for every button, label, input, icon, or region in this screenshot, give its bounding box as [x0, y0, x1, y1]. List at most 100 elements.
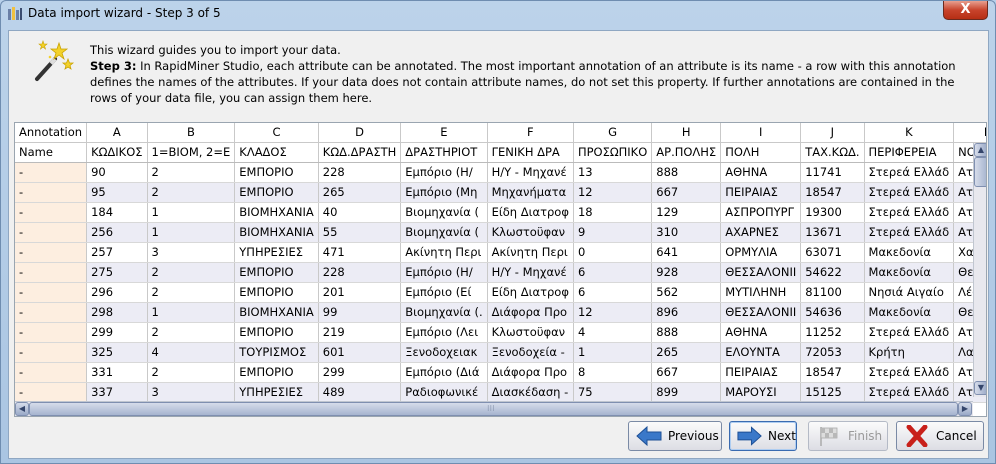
table-row: -90 2 ΕΜΠΟΡΙΟ 228 Εμπόριο (Η/Η/Υ - Μηχανέ 13 8…	[15, 162, 986, 183]
annotation-cell[interactable]: -	[15, 322, 88, 343]
table-cell: 562	[651, 282, 722, 303]
wizard-window: Data import wizard - Step 3 of 5 X This …	[0, 0, 996, 464]
table-cell: 667	[651, 362, 722, 383]
attribute-name-cell: ΚΩΔ.ΔΡΑΣΤΗ	[318, 142, 402, 163]
previous-button[interactable]: Previous	[628, 421, 722, 451]
table-cell: 219	[318, 322, 402, 343]
table-cell: Στερεά Ελλάδ	[864, 362, 955, 383]
annotation-cell[interactable]: -	[15, 342, 88, 363]
attribute-name-cell: 1=ΒΙΟΜ, 2=Ε	[147, 142, 236, 163]
next-button[interactable]: Next	[729, 421, 797, 451]
finish-button[interactable]: Finish	[808, 421, 888, 451]
table-cell: Στερεά Ελλάδ	[864, 222, 955, 243]
wizard-content: This wizard guides you to import your da…	[8, 30, 989, 459]
magic-wand-icon	[35, 40, 75, 81]
table-cell: Στερεά Ελλάδ	[864, 162, 955, 183]
table-cell: Ξενοδοχειακ	[400, 342, 488, 363]
arrow-left-icon	[636, 425, 662, 447]
horizontal-scrollbar[interactable]: ◀ ⁝⁝⁝ ▶	[15, 401, 973, 416]
scroll-right-icon[interactable]: ▶	[958, 402, 972, 416]
attribute-names-row: Name ΚΩΔΙΚΟΣ 1=ΒΙΟΜ, 2=Ε ΚΛΑΔΟΣ ΚΩΔ.ΔΡΑΣΤΗ Δ…	[15, 142, 986, 163]
table-cell: ΑΘΗΝΑ	[720, 162, 802, 183]
table-cell: 265	[318, 182, 402, 203]
table-cell: 40	[318, 202, 402, 223]
table-cell: Εμπόριο (Η/	[400, 262, 488, 283]
attribute-name-cell: ΠΡΟΣΩΠΙΚΟ	[573, 142, 653, 163]
table-cell: Ραδιοφωνικέ	[400, 382, 488, 403]
table-cell: 667	[651, 182, 722, 203]
annotation-cell[interactable]: -	[15, 362, 88, 383]
table-cell: Είδη Διατροφ	[487, 282, 574, 303]
vertical-scrollbar[interactable]: ▲ ▼	[973, 143, 986, 397]
cancel-button[interactable]: Cancel	[896, 421, 984, 451]
table-cell: ΠΕΙΡΑΙΑΣ	[720, 182, 802, 203]
table-cell: Μακεδονία	[864, 262, 955, 283]
data-grid: Annotation ABCDEFGHIJKL Name ΚΩΔΙΚΟΣ1=ΒΙ…	[15, 123, 986, 403]
annotation-cell[interactable]: -	[15, 382, 88, 403]
table-cell: ΕΜΠΟΡΙΟ	[234, 282, 319, 303]
vertical-scroll-thumb[interactable]	[974, 157, 986, 187]
table-cell: Διάφορα Προ	[487, 362, 574, 383]
table-cell: 1	[147, 202, 236, 223]
table-cell: Νησιά Αιγαίο	[864, 282, 955, 303]
wizard-description: This wizard guides you to import your da…	[90, 42, 970, 106]
table-cell: 4	[573, 322, 653, 343]
table-row: -275 2 ΕΜΠΟΡΙΟ 228 Εμπόριο (Η/Η/Υ - Μηχανέ 6 9…	[15, 262, 986, 283]
table-cell: ΘΕΣΣΑΛΟΝΙΙ	[720, 262, 802, 283]
table-cell: 12	[573, 302, 653, 323]
table-cell: 1	[573, 342, 653, 363]
name-annotation-cell[interactable]: Name	[15, 142, 88, 163]
table-row: -296 2 ΕΜΠΟΡΙΟ 201 Εμπόριο (Εί Είδη Διατροφ 6 5…	[15, 282, 986, 303]
table-cell: ΥΠΗΡΕΣΙΕΣ	[234, 382, 319, 403]
table-cell: 2	[147, 282, 236, 303]
table-cell: ΑΧΑΡΝΕΣ	[720, 222, 802, 243]
table-cell: 888	[651, 162, 722, 183]
table-row: -256 1 ΒΙΟΜΗΧΑΝΙΑ 55 Βιομηχανία (Κλωστοϋφαν 9…	[15, 222, 986, 243]
table-cell: Ακίνητη Περι	[487, 242, 574, 263]
annotation-cell[interactable]: -	[15, 282, 88, 303]
table-row: -331 2 ΕΜΠΟΡΙΟ 299 Εμπόριο (Διά Διάφορα Προ 8 6…	[15, 362, 986, 383]
table-cell: Η/Υ - Μηχανέ	[487, 162, 574, 183]
horizontal-scroll-thumb[interactable]: ⁝⁝⁝	[29, 402, 958, 416]
table-cell: 2	[147, 182, 236, 203]
table-cell: Βιομηχανία (	[400, 222, 488, 243]
table-cell: ΕΛΟΥΝΤΑ	[720, 342, 802, 363]
column-letter-header-cell: E	[400, 123, 488, 143]
column-letter-header-cell: G	[573, 123, 653, 143]
column-letter-header-cell: C	[234, 123, 319, 143]
table-cell: Εμπόριο (Η/	[400, 162, 488, 183]
table-cell: 228	[318, 162, 402, 183]
table-cell: Στερεά Ελλάδ	[864, 202, 955, 223]
table-cell: 299	[318, 362, 402, 383]
cancel-label: Cancel	[936, 429, 977, 443]
table-cell: 15125	[800, 382, 865, 403]
annotation-table[interactable]: Annotation ABCDEFGHIJKL Name ΚΩΔΙΚΟΣ1=ΒΙ…	[14, 122, 987, 417]
table-cell: ΕΜΠΟΡΙΟ	[234, 262, 319, 283]
scroll-up-icon[interactable]: ▲	[974, 143, 986, 157]
table-cell: Στερεά Ελλάδ	[864, 182, 955, 203]
annotation-column-header: Annotation	[15, 123, 88, 143]
table-cell: 1	[147, 222, 236, 243]
table-cell: ΠΕΙΡΑΙΑΣ	[720, 362, 802, 383]
attribute-name-cell: ΔΡΑΣΤΗΡΙΟΤ	[400, 142, 488, 163]
finish-label: Finish	[848, 429, 883, 443]
annotation-cell[interactable]: -	[15, 182, 88, 203]
scroll-left-icon[interactable]: ◀	[15, 402, 29, 416]
table-cell: 75	[573, 382, 653, 403]
table-cell: Κρήτη	[864, 342, 955, 363]
table-cell: 331	[86, 362, 148, 383]
window-close-button[interactable]: X	[943, 1, 988, 20]
annotation-cell[interactable]: -	[15, 202, 88, 223]
annotation-cell[interactable]: -	[15, 162, 88, 183]
annotation-cell[interactable]: -	[15, 222, 88, 243]
table-cell: Διασκέδαση -	[487, 382, 574, 403]
scroll-down-icon[interactable]: ▼	[974, 381, 986, 395]
annotation-cell[interactable]: -	[15, 242, 88, 263]
attribute-name-cell: ΓΕΝΙΚΗ ΔΡΑ	[487, 142, 574, 163]
table-cell: 489	[318, 382, 402, 403]
annotation-cell[interactable]: -	[15, 302, 88, 323]
annotation-cell[interactable]: -	[15, 262, 88, 283]
table-cell: 9	[573, 222, 653, 243]
table-cell: 201	[318, 282, 402, 303]
table-cell: ΜΑΡΟΥΣΙ	[720, 382, 802, 403]
